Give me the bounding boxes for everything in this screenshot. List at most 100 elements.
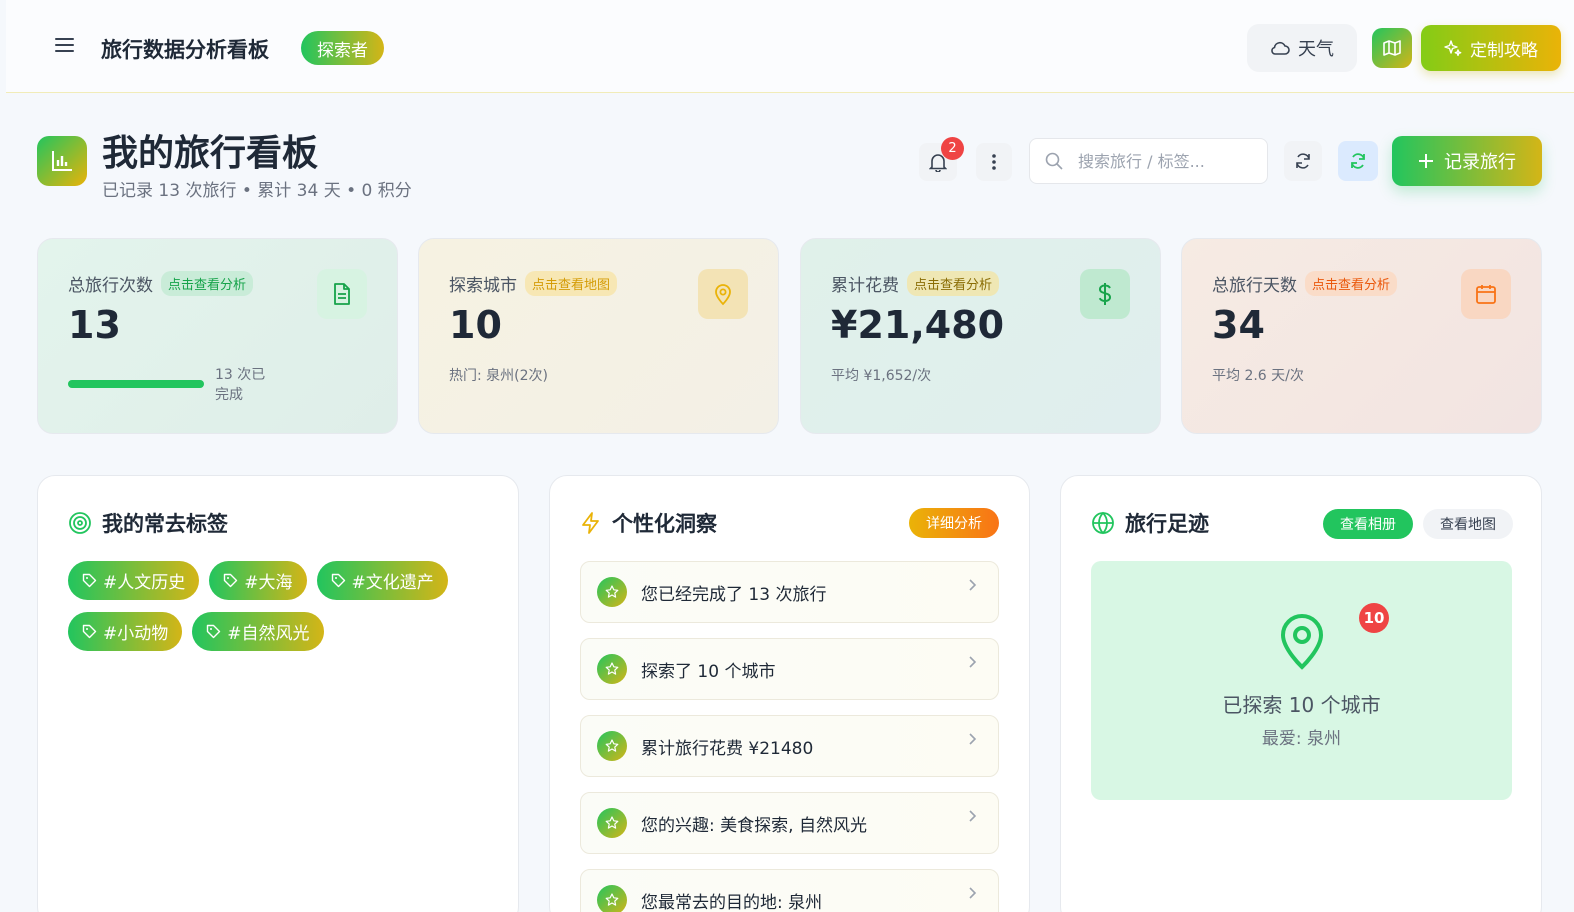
tag-chip[interactable]: #文化遗产 <box>316 561 448 600</box>
chevron-right-icon <box>969 810 977 822</box>
stat-card-cities[interactable]: 探索城市 点击查看地图 10 热门: 泉州(2次) <box>418 238 779 434</box>
top-bar: 旅行数据分析看板 探索者 天气 定制攻略 <box>6 0 1574 93</box>
tag-icon <box>82 624 97 639</box>
city-count-badge: 10 <box>1359 603 1389 633</box>
insight-text: 您已经完成了 13 次旅行 <box>641 584 827 605</box>
insight-text: 您的兴趣: 美食探索, 自然风光 <box>641 815 867 836</box>
chevron-right-icon <box>969 656 977 668</box>
insight-item[interactable]: 探索了 10 个城市 <box>580 638 999 700</box>
chevron-right-icon <box>969 733 977 745</box>
page-title: 我的旅行看板 <box>102 133 319 174</box>
lightning-icon <box>582 512 599 534</box>
custom-guide-button[interactable]: 定制攻略 <box>1421 25 1561 71</box>
plus-icon <box>1419 154 1433 168</box>
tag-chip[interactable]: #自然风光 <box>192 612 324 651</box>
weather-label: 天气 <box>1298 39 1334 60</box>
chevron-right-icon <box>969 579 977 591</box>
search-icon <box>1045 152 1063 170</box>
more-vertical-icon <box>992 154 996 170</box>
panel-title: 我的常去标签 <box>102 512 228 536</box>
tag-label: #大海 <box>244 573 293 593</box>
target-icon <box>69 512 91 534</box>
sync-button[interactable] <box>1284 141 1322 181</box>
search-box <box>1029 138 1268 184</box>
insight-item[interactable]: 累计旅行花费 ¥21480 <box>580 715 999 777</box>
record-trip-label: 记录旅行 <box>1444 152 1516 173</box>
stat-value: 13 <box>68 303 121 347</box>
stat-note: 热门: 泉州(2次) <box>449 368 548 384</box>
cloud-icon <box>1271 41 1290 55</box>
role-badge: 探索者 <box>301 31 384 65</box>
insight-text: 探索了 10 个城市 <box>641 661 776 682</box>
tag-label: #小动物 <box>103 624 169 644</box>
tag-chip[interactable]: #小动物 <box>68 612 183 651</box>
stat-note: 平均 ¥1,652/次 <box>831 368 932 384</box>
sync-icon <box>1296 153 1310 169</box>
detail-analysis-button[interactable]: 详细分析 <box>909 508 999 538</box>
tag-chip[interactable]: #大海 <box>209 561 307 600</box>
dollar-icon <box>1080 269 1130 319</box>
insight-item[interactable]: 您最常去的目的地: 泉州 <box>580 869 999 912</box>
tag-icon <box>82 573 97 588</box>
stat-label: 累计花费 <box>831 276 899 296</box>
chart-icon <box>37 136 87 186</box>
star-icon <box>597 885 627 912</box>
page-subtitle: 已记录 13 次旅行 • 累计 34 天 • 0 积分 <box>102 181 412 201</box>
stat-tag[interactable]: 点击查看分析 <box>907 271 1000 296</box>
map-button[interactable] <box>1372 28 1412 68</box>
progress-text: 13 次已完成 <box>215 367 266 403</box>
view-album-button[interactable]: 查看相册 <box>1323 509 1413 539</box>
insight-item[interactable]: 您已经完成了 13 次旅行 <box>580 561 999 623</box>
stat-tag[interactable]: 点击查看地图 <box>525 271 618 296</box>
weather-button[interactable]: 天气 <box>1247 24 1357 72</box>
stat-note: 平均 2.6 天/次 <box>1212 368 1304 384</box>
stat-card-trips[interactable]: 总旅行次数 点击查看分析 13 13 次已完成 <box>37 238 398 434</box>
panel-title: 旅行足迹 <box>1125 512 1209 536</box>
stat-value: 10 <box>449 303 502 347</box>
more-options-button[interactable] <box>976 143 1012 181</box>
tag-chip[interactable]: #人文历史 <box>68 561 200 600</box>
chevron-right-icon <box>969 887 977 899</box>
stat-tag[interactable]: 点击查看分析 <box>161 271 254 296</box>
stat-label: 探索城市 <box>449 276 517 296</box>
star-icon <box>597 654 627 684</box>
favorite-city-text: 最爱: 泉州 <box>1261 729 1342 749</box>
map-icon <box>1383 40 1401 56</box>
footprint-panel: 旅行足迹 查看相册 查看地图 10 已探索 10 个城市 最爱: 泉州 <box>1060 475 1542 912</box>
insight-item[interactable]: 您的兴趣: 美食探索, 自然风光 <box>580 792 999 854</box>
calendar-icon <box>1461 269 1511 319</box>
tag-list: #人文历史 #大海 #文化遗产 #小动物 #自然风光 <box>68 561 488 651</box>
record-trip-button[interactable]: 记录旅行 <box>1392 136 1542 186</box>
tag-label: #文化遗产 <box>351 573 434 593</box>
tag-label: #人文历史 <box>103 573 186 593</box>
insight-text: 累计旅行花费 ¥21480 <box>641 738 814 759</box>
menu-icon[interactable] <box>50 34 80 62</box>
star-icon <box>597 808 627 838</box>
insight-list: 您已经完成了 13 次旅行 探索了 10 个城市 累计旅行花费 ¥21480 您… <box>580 561 999 912</box>
progress-bar <box>68 380 204 388</box>
stat-card-days[interactable]: 总旅行天数 点击查看分析 34 平均 2.6 天/次 <box>1181 238 1542 434</box>
notification-count-badge: 2 <box>941 137 964 160</box>
star-icon <box>597 577 627 607</box>
stat-value: ¥21,480 <box>831 303 1005 347</box>
view-map-button[interactable]: 查看地图 <box>1423 509 1513 539</box>
tag-icon <box>224 573 238 588</box>
refresh-button[interactable] <box>1338 141 1378 181</box>
tag-icon <box>207 624 221 639</box>
document-icon <box>317 269 367 319</box>
stat-card-spending[interactable]: 累计花费 点击查看分析 ¥21,480 平均 ¥1,652/次 <box>800 238 1161 434</box>
app-title: 旅行数据分析看板 <box>101 38 269 62</box>
stat-tag[interactable]: 点击查看分析 <box>1305 271 1398 296</box>
refresh-icon <box>1351 153 1365 169</box>
search-input[interactable] <box>1078 151 1248 171</box>
insights-panel: 个性化洞察 详细分析 您已经完成了 13 次旅行 探索了 10 个城市 累计旅行… <box>549 475 1030 912</box>
explored-text: 已探索 10 个城市 <box>1222 693 1381 717</box>
map-pin-icon <box>1280 614 1324 670</box>
stat-label: 总旅行天数 <box>1212 276 1297 296</box>
sparkles-icon <box>1444 40 1462 57</box>
map-pin-icon <box>698 269 748 319</box>
footprint-summary[interactable]: 10 已探索 10 个城市 最爱: 泉州 <box>1091 561 1512 800</box>
star-icon <box>597 731 627 761</box>
custom-guide-label: 定制攻略 <box>1470 40 1538 61</box>
tags-panel: 我的常去标签 #人文历史 #大海 #文化遗产 #小动物 #自然风光 <box>37 475 519 912</box>
